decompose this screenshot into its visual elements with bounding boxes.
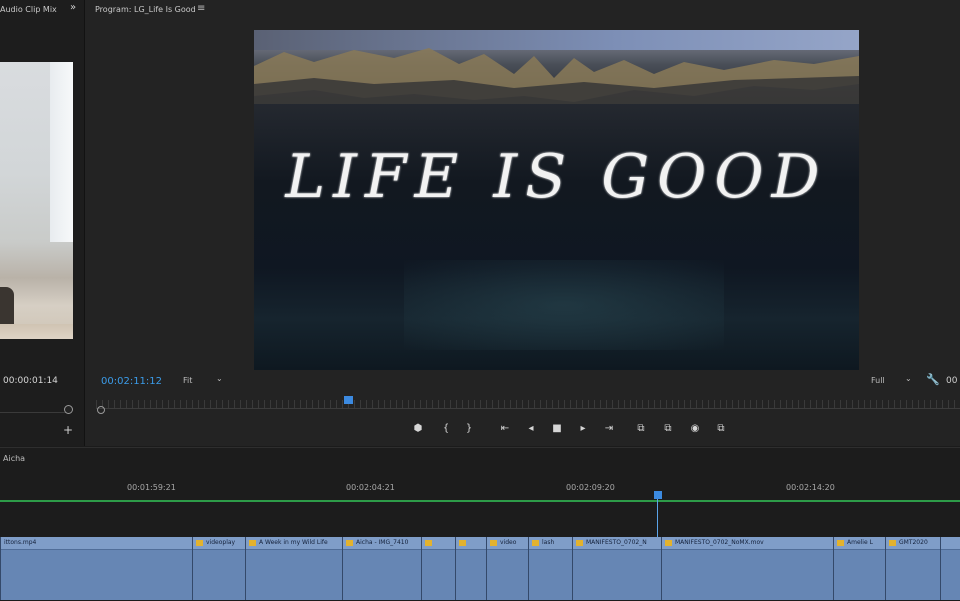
render-bar [0,500,960,502]
export-frame-button[interactable]: ◉ [688,423,702,434]
video-title-overlay: LIFE IS GOOD [285,142,828,212]
fx-badge-icon [665,539,672,546]
clip-header: Amelie L [834,537,886,550]
duration-timecode-cut: 00 [946,376,958,386]
clip-header [941,537,960,550]
program-timecode[interactable]: 00:02:11:12 [101,376,162,387]
timeline-clip[interactable] [940,537,960,600]
fx-badge-icon [837,539,844,546]
clip-label: Amelie L [847,539,873,546]
timeline-clip[interactable]: A Week in my Wild Life [245,537,343,600]
bed-sheets [0,324,73,339]
fx-badge-icon [459,539,466,546]
fx-badge-icon [346,539,353,546]
timeline-clip[interactable]: MANIFESTO_0702_NoMX.mov [661,537,834,600]
clip-header: MANIFESTO_0702_NoMX.mov [662,537,834,550]
clip-header: Aicha - IMG_7410 [343,537,422,550]
clip-label: Aicha - IMG_7410 [356,539,409,546]
add-marker-button[interactable]: ⬢ [411,423,425,434]
clip-header: videoplay [193,537,246,550]
clip-label: MANIFESTO_0702_NoMX.mov [675,539,764,546]
clip-header: MANIFESTO_0702_N [573,537,662,550]
chevron-down-icon[interactable]: ⌄ [905,374,912,383]
settings-wrench-icon[interactable]: 🔧 [926,373,940,386]
timeline-playhead-handle[interactable] [654,491,662,499]
timeline-clip[interactable]: GMT2020 [885,537,941,600]
playback-resolution-select[interactable]: Full [871,376,885,385]
zoom-level-select[interactable]: Fit [183,376,192,385]
overwrite-button[interactable]: ⧉ [661,423,675,434]
program-time-ruler[interactable] [96,400,960,409]
timeline-clip[interactable]: videoplay [192,537,246,600]
go-to-in-button[interactable]: ⇤ [498,423,512,434]
mountain-ridge [254,48,859,104]
timeline-clip[interactable]: Aicha - IMG_7410 [342,537,422,600]
clip-header: A Week in my Wild Life [246,537,343,550]
clip-header [422,537,456,550]
source-video-frame [0,62,73,339]
mark-out-button[interactable]: } [462,423,476,434]
clip-header: lash [529,537,573,550]
timeline-clip[interactable]: Amelie L [833,537,886,600]
timeline-clip[interactable]: video [486,537,529,600]
clip-header: ittons.mp4 [1,537,193,550]
timeline-clip[interactable]: lash [528,537,573,600]
source-panel-tab[interactable]: Audio Clip Mix [0,5,57,14]
panel-overflow-icon[interactable]: » [70,2,76,13]
clip-label: ittons.mp4 [4,539,37,546]
program-panel-tab[interactable]: Program: LG_Life Is Good [95,5,196,14]
step-forward-button[interactable]: ▸ [576,423,590,434]
ruler-timecode: 00:02:14:20 [786,483,835,492]
fx-badge-icon [249,539,256,546]
window-light [50,62,73,242]
timeline-clip[interactable] [455,537,487,600]
source-timecode[interactable]: 00:00:01:14 [3,376,58,386]
panel-menu-icon[interactable]: ≡ [197,3,205,14]
insert-button[interactable]: ⧉ [634,423,648,434]
timeline-clip[interactable]: ittons.mp4 [0,537,193,600]
program-video-frame[interactable]: LIFE IS GOOD [254,30,859,370]
chevron-down-icon[interactable]: ⌄ [216,374,223,383]
timeline-clip[interactable]: MANIFESTO_0702_N [572,537,662,600]
fx-badge-icon [490,539,497,546]
add-button-icon[interactable]: + [63,423,73,437]
fx-badge-icon [532,539,539,546]
clip-label: A Week in my Wild Life [259,539,328,546]
clip-label: lash [542,539,555,546]
program-zoom-handle[interactable] [97,406,105,414]
go-to-out-button[interactable]: ⇥ [602,423,616,434]
ruler-timecode: 00:02:04:21 [346,483,395,492]
step-back-button[interactable]: ◂ [524,423,538,434]
clip-label: MANIFESTO_0702_N [586,539,647,546]
clip-header [456,537,487,550]
clip-header: video [487,537,529,550]
fx-badge-icon [425,539,432,546]
source-zoom-handle[interactable] [64,405,73,414]
clip-label: videoplay [206,539,236,546]
fx-badge-icon [576,539,583,546]
clip-header: GMT2020 [886,537,941,550]
program-playhead[interactable] [344,396,353,404]
clip-label: GMT2020 [899,539,928,546]
mark-in-button[interactable]: { [439,423,453,434]
source-time-ruler[interactable] [0,402,70,413]
clip-label: video [500,539,517,546]
fx-badge-icon [196,539,203,546]
ruler-timecode: 00:02:09:20 [566,483,615,492]
compare-button[interactable]: ⧉ [714,423,728,434]
water-reflection [404,260,724,350]
fx-badge-icon [889,539,896,546]
sequence-tab[interactable]: Aicha [3,454,25,463]
ruler-timecode: 00:01:59:21 [127,483,176,492]
timeline-clip[interactable] [421,537,456,600]
stop-button[interactable]: ■ [550,423,564,434]
